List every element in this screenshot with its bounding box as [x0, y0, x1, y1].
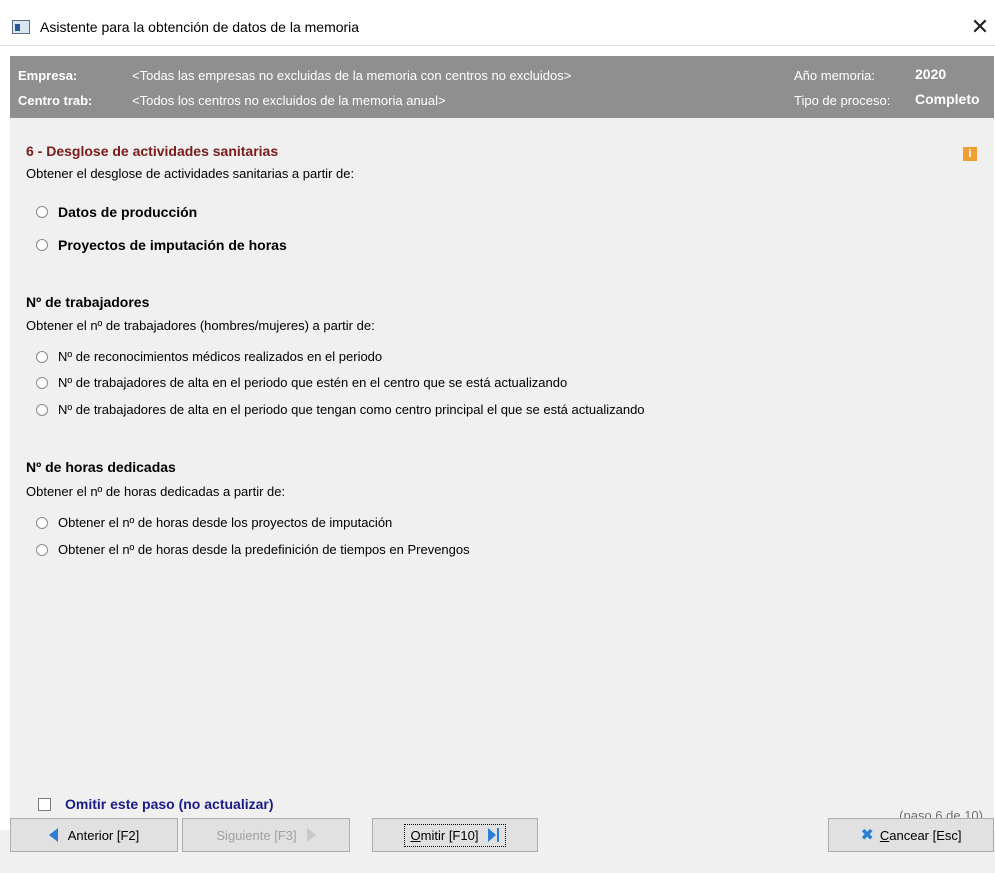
- cancel-x-icon: ✖: [860, 827, 874, 844]
- section-desc-horas: Obtener el nº de horas dedicadas a parti…: [26, 484, 286, 499]
- omit-step-label: Omitir este paso (no actualizar): [65, 796, 274, 812]
- empresa-value: <Todas las empresas no excluidas de la m…: [132, 68, 572, 83]
- info-icon[interactable]: i: [963, 147, 977, 161]
- radio-circle[interactable]: [36, 403, 48, 416]
- radio-label: Nº de trabajadores de alta en el periodo…: [58, 375, 568, 390]
- radio-label: Proyectos de imputación de horas: [58, 237, 287, 253]
- omit-step-checkbox[interactable]: Omitir este paso (no actualizar): [38, 796, 274, 812]
- radio-circle[interactable]: [36, 239, 48, 251]
- radio-horas-prevengos[interactable]: Obtener el nº de horas desde la predefin…: [36, 542, 470, 557]
- radio-label: Obtener el nº de horas desde la predefin…: [58, 542, 470, 557]
- checkbox-box[interactable]: [38, 797, 51, 811]
- context-header: Empresa: <Todas las empresas no excluida…: [10, 56, 994, 118]
- section-title-desglose: 6 - Desglose de actividades sanitarias: [26, 143, 279, 159]
- anterior-button[interactable]: Anterior [F2]: [10, 818, 178, 852]
- radio-circle[interactable]: [36, 516, 48, 529]
- tipo-label: Tipo de proceso:: [794, 93, 891, 108]
- radio-circle[interactable]: [36, 376, 48, 389]
- centro-value: <Todos los centros no excluidos de la me…: [132, 93, 446, 108]
- omitir-button[interactable]: Omitir [F10]: [372, 818, 538, 852]
- radio-label: Datos de producción: [58, 204, 198, 220]
- radio-proyectos-imputacion[interactable]: Proyectos de imputación de horas: [36, 237, 287, 253]
- empresa-label: Empresa:: [18, 68, 78, 83]
- section-desc-trabajadores: Obtener el nº de trabajadores (hombres/m…: [26, 318, 375, 333]
- radio-label: Obtener el nº de horas desde los proyect…: [58, 515, 393, 530]
- skip-next-icon: [488, 828, 500, 842]
- section-title-trabajadores: Nº de trabajadores: [26, 294, 150, 310]
- cancelar-button[interactable]: ✖ Cancear [Esc]: [828, 818, 994, 852]
- section-title-horas: Nº de horas dedicadas: [26, 459, 176, 475]
- anio-label: Año memoria:: [794, 68, 875, 83]
- omitir-label: Omitir [F10]: [410, 827, 479, 843]
- radio-circle[interactable]: [36, 206, 48, 218]
- radio-circle[interactable]: [36, 543, 48, 556]
- siguiente-label: Siguiente [F3]: [216, 827, 297, 843]
- window-title: Asistente para la obtención de datos de …: [40, 19, 360, 35]
- radio-trabajadores-centro[interactable]: Nº de trabajadores de alta en el periodo…: [36, 375, 567, 390]
- radio-datos-produccion[interactable]: Datos de producción: [36, 204, 197, 220]
- tipo-value: Completo: [915, 91, 980, 107]
- radio-label: Nº de reconocimientos médicos realizados…: [58, 349, 383, 364]
- centro-label: Centro trab:: [18, 93, 93, 108]
- forward-arrow-icon: [306, 828, 316, 842]
- title-bar: Asistente para la obtención de datos de …: [0, 0, 995, 46]
- radio-label: Nº de trabajadores de alta en el periodo…: [58, 402, 645, 417]
- back-arrow-icon: [48, 828, 58, 842]
- cancelar-label: Cancear [Esc]: [879, 827, 962, 843]
- close-button[interactable]: ✕: [965, 12, 995, 42]
- anio-value: 2020: [915, 66, 947, 82]
- radio-trabajadores-principal[interactable]: Nº de trabajadores de alta en el periodo…: [36, 402, 645, 417]
- app-window-icon: [12, 20, 30, 34]
- radio-circle[interactable]: [36, 350, 48, 363]
- section-desc-desglose: Obtener el desglose de actividades sanit…: [26, 166, 355, 181]
- anterior-label: Anterior [F2]: [67, 827, 140, 843]
- radio-horas-proyectos[interactable]: Obtener el nº de horas desde los proyect…: [36, 515, 392, 530]
- radio-reconocimientos[interactable]: Nº de reconocimientos médicos realizados…: [36, 349, 382, 364]
- siguiente-button[interactable]: Siguiente [F3]: [182, 818, 350, 852]
